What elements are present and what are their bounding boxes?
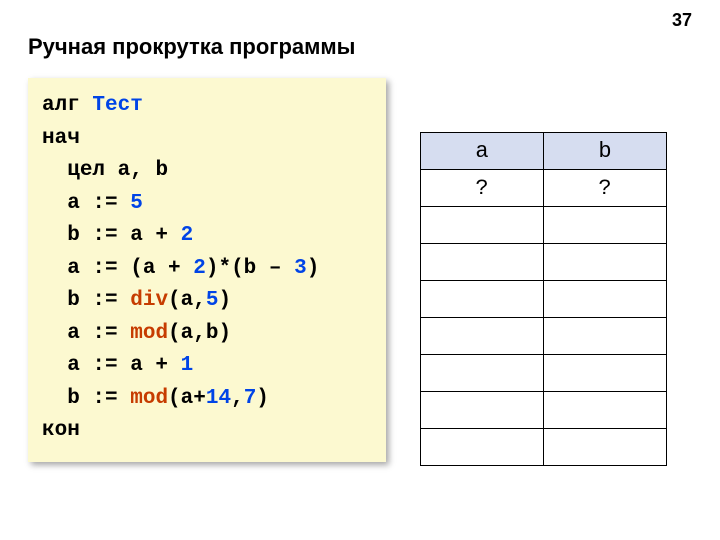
page-number: 37 (672, 10, 692, 31)
pad (42, 159, 67, 182)
code-line-4: a := 5 (42, 188, 372, 221)
trace-table: a b ?? (420, 132, 667, 466)
function: mod (130, 387, 168, 410)
code-line-3: цел a, b (42, 155, 372, 188)
keyword: цел (67, 159, 105, 182)
table-cell: ? (421, 170, 544, 207)
table-header-b: b (544, 133, 667, 170)
function: div (130, 289, 168, 312)
code-line-8: a := mod(a,b) (42, 318, 372, 351)
table-cell (544, 429, 667, 466)
table-cell (421, 429, 544, 466)
code-text: (a,b) (168, 322, 231, 345)
code-text: b := a + (67, 224, 180, 247)
table-row (421, 281, 667, 318)
code-text: (a, (168, 289, 206, 312)
table-row (421, 429, 667, 466)
pad (42, 192, 67, 215)
number: 7 (244, 387, 257, 410)
table-row: ?? (421, 170, 667, 207)
number: 3 (294, 257, 307, 280)
table-header-a: a (421, 133, 544, 170)
table-cell (544, 392, 667, 429)
code-line-6: a := (a + 2)*(b – 3) (42, 253, 372, 286)
number: 5 (130, 192, 143, 215)
table-cell (544, 207, 667, 244)
keyword: нач (42, 127, 80, 150)
number: 2 (181, 224, 194, 247)
trace-table-body: ?? (421, 170, 667, 466)
pad (42, 289, 67, 312)
code-text: a, b (105, 159, 168, 182)
table-cell (421, 281, 544, 318)
number: 14 (206, 387, 231, 410)
code-block: алг Тест нач цел a, b a := 5 b := a + 2 … (28, 78, 386, 462)
table-cell (544, 244, 667, 281)
code-text: ) (307, 257, 320, 280)
code-text: a := (67, 322, 130, 345)
number: 2 (193, 257, 206, 280)
table-cell (544, 355, 667, 392)
table-cell (544, 318, 667, 355)
pad (42, 322, 67, 345)
table-row (421, 392, 667, 429)
code-text: b := (67, 387, 130, 410)
code-line-7: b := div(a,5) (42, 285, 372, 318)
code-line-5: b := a + 2 (42, 220, 372, 253)
table-cell (421, 355, 544, 392)
number: 1 (181, 354, 194, 377)
keyword: кон (42, 419, 80, 442)
code-text: ) (218, 289, 231, 312)
number: 5 (206, 289, 219, 312)
algorithm-name: Тест (92, 94, 142, 117)
table-cell: ? (544, 170, 667, 207)
table-header-row: a b (421, 133, 667, 170)
table-cell (544, 281, 667, 318)
code-line-11: кон (42, 415, 372, 448)
pad (42, 387, 67, 410)
table-row (421, 244, 667, 281)
code-text: b := (67, 289, 130, 312)
keyword: алг (42, 94, 92, 117)
code-text: (a+ (168, 387, 206, 410)
code-text: a := a + (67, 354, 180, 377)
table-row (421, 318, 667, 355)
pad (42, 224, 67, 247)
function: mod (130, 322, 168, 345)
page-title: Ручная прокрутка программы (28, 34, 355, 60)
pad (42, 354, 67, 377)
code-text: ) (256, 387, 269, 410)
table-row (421, 355, 667, 392)
code-text: )*(b – (206, 257, 294, 280)
code-line-2: нач (42, 123, 372, 156)
code-line-1: алг Тест (42, 90, 372, 123)
table-cell (421, 318, 544, 355)
code-text: a := (67, 192, 130, 215)
table-cell (421, 244, 544, 281)
pad (42, 257, 67, 280)
table-cell (421, 392, 544, 429)
table-row (421, 207, 667, 244)
code-text: a := (a + (67, 257, 193, 280)
table-cell (421, 207, 544, 244)
code-text: , (231, 387, 244, 410)
code-line-9: a := a + 1 (42, 350, 372, 383)
code-line-10: b := mod(a+14,7) (42, 383, 372, 416)
